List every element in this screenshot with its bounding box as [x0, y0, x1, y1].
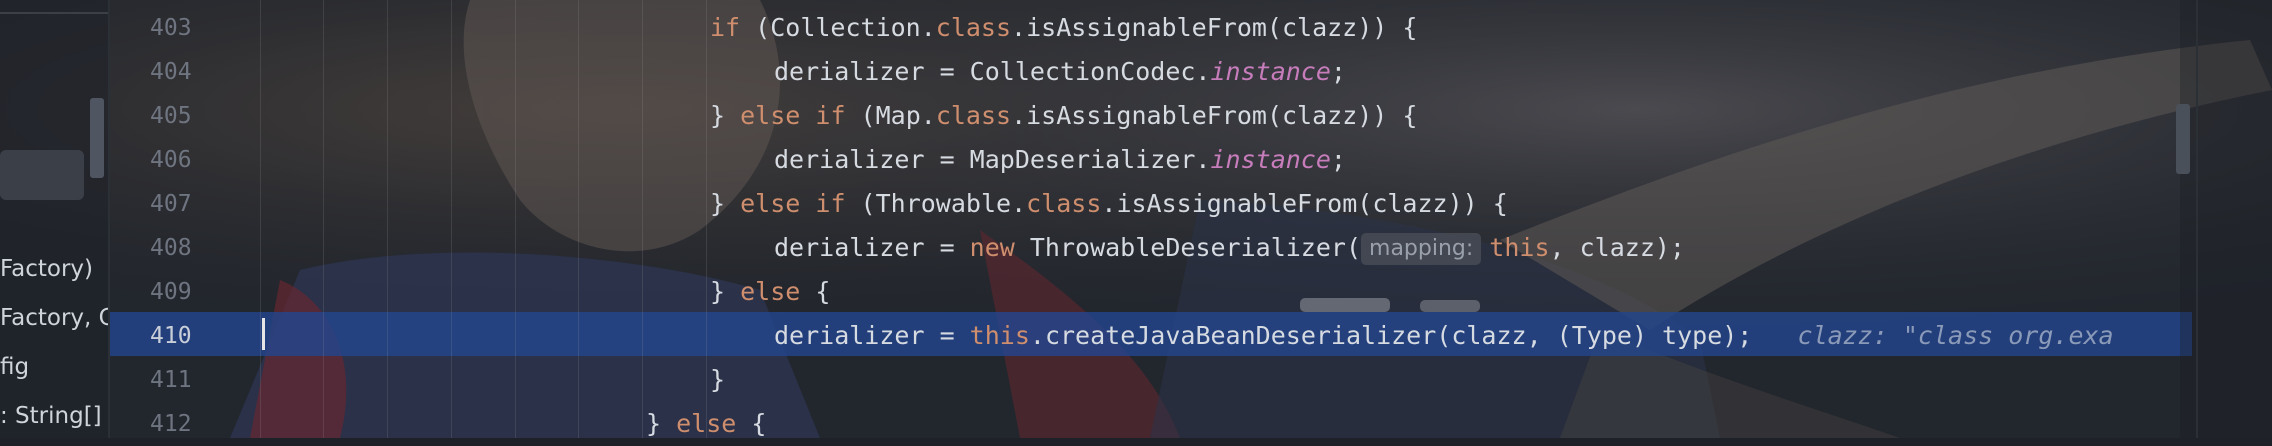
code-line[interactable]: 408 derializer = new ThrowableDeserializ…: [110, 226, 2196, 270]
inline-debug-value: clazz: "class org.exa: [1797, 321, 2114, 350]
editor-scrollbar-thumb[interactable]: [2176, 104, 2190, 174]
panel-input-field[interactable]: [0, 150, 84, 200]
line-number: 408: [150, 235, 192, 261]
code-text: }: [710, 365, 726, 394]
right-margin-line: [2196, 0, 2198, 438]
code-text: } else if (Map.class.isAssignableFrom(cl…: [710, 101, 1418, 130]
code-line[interactable]: 405 } else if (Map.class.isAssignableFro…: [110, 94, 2196, 138]
line-number: 410: [150, 323, 192, 349]
code-text: } else if (Throwable.class.isAssignableF…: [710, 189, 1508, 218]
code-line[interactable]: 407 } else if (Throwable.class.isAssigna…: [110, 182, 2196, 226]
line-number: 403: [150, 15, 192, 41]
line-number: 405: [150, 103, 192, 129]
line-number: 406: [150, 147, 192, 173]
code-text: derializer = new ThrowableDeserializer(m…: [774, 226, 1685, 270]
editor-scroll-gutter: [2180, 0, 2272, 438]
code-text: derializer = this.createJavaBeanDeserial…: [774, 321, 2114, 350]
code-line[interactable]: 409 } else {: [110, 270, 2196, 314]
text-caret: [262, 318, 265, 350]
code-line[interactable]: 411 }: [110, 358, 2196, 402]
code-line-current[interactable]: 410 derializer = this.createJavaBeanDese…: [110, 314, 2196, 358]
line-number: 409: [150, 279, 192, 305]
code-line[interactable]: 403 if (Collection.class.isAssignableFro…: [110, 6, 2196, 50]
panel-scrollbar-thumb[interactable]: [90, 98, 104, 178]
code-text: if (Collection.class.isAssignableFrom(cl…: [710, 13, 1418, 42]
parameter-hint: mapping:: [1361, 233, 1482, 265]
panel-item[interactable]: fig: [0, 354, 108, 380]
code-text: derializer = CollectionCodec.instance;: [774, 57, 1346, 86]
line-number: 407: [150, 191, 192, 217]
project-tool-window: Factory) Factory, Cl fig : String[]: [0, 0, 108, 438]
code-text: } else {: [646, 409, 767, 438]
line-number: 404: [150, 59, 192, 85]
line-number: 412: [150, 411, 192, 437]
code-text: } else {: [710, 277, 831, 306]
code-line[interactable]: 406 derializer = MapDeserializer.instanc…: [110, 138, 2196, 182]
panel-item[interactable]: Factory): [0, 256, 108, 282]
code-line[interactable]: 412 } else {: [110, 402, 2196, 446]
code-line[interactable]: 404 derializer = CollectionCodec.instanc…: [110, 50, 2196, 94]
line-number: 411: [150, 367, 192, 393]
panel-item[interactable]: Factory, Cl: [0, 305, 108, 331]
code-text: derializer = MapDeserializer.instance;: [774, 145, 1346, 174]
panel-item[interactable]: : String[]: [0, 403, 108, 429]
panel-divider-line: [0, 12, 108, 14]
